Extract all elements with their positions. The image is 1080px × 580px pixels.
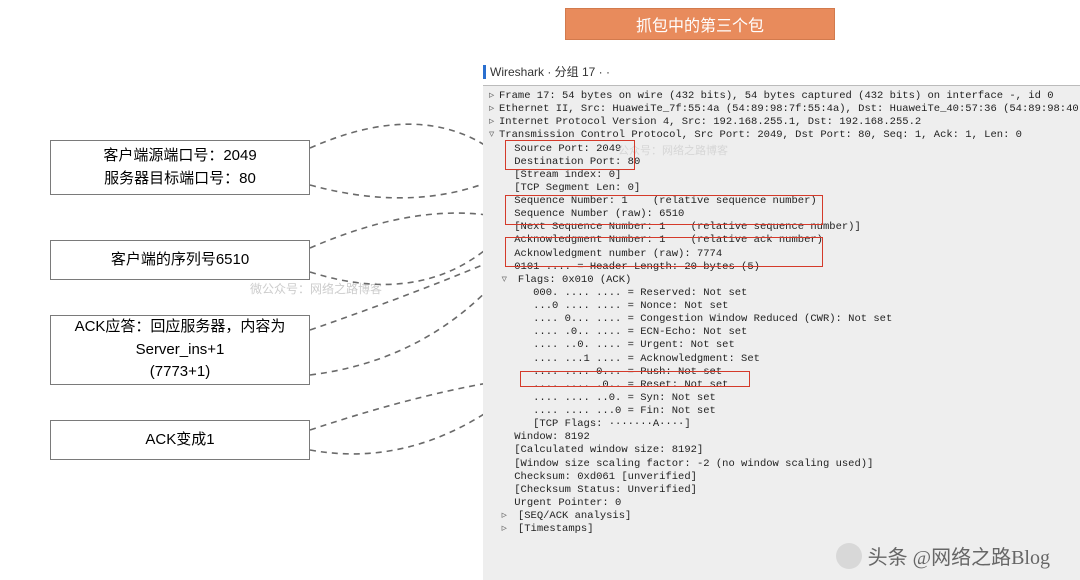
collapse-icon[interactable]: ▿	[489, 129, 499, 142]
row-timestamps[interactable]: ▹ [Timestamps]	[489, 523, 1074, 536]
anno-ack-l2: Server_ins+1	[136, 339, 225, 362]
row-srcport: Source Port: 2049	[489, 143, 1074, 156]
row-checksum: Checksum: 0xd061 [unverified]	[489, 471, 1074, 484]
row-ckstatus: [Checksum Status: Unverified]	[489, 484, 1074, 497]
row-winscale: [Window size scaling factor: -2 (no wind…	[489, 458, 1074, 471]
row-flag-push: .... .... 0... = Push: Not set	[489, 366, 1074, 379]
wireshark-title: Wireshark · 分组 17 · ·	[483, 63, 610, 80]
row-flag-reserved: 000. .... .... = Reserved: Not set	[489, 287, 1074, 300]
footer-text: 头条 @网络之路Blog	[868, 541, 1050, 570]
row-seqack[interactable]: ▹ [SEQ/ACK analysis]	[489, 510, 1074, 523]
row-flag-ece: .... .0.. .... = ECN-Echo: Not set	[489, 326, 1074, 339]
anno-ports-l2: 服务器目标端口号：80	[104, 168, 256, 191]
anno-ack-l1: ACK应答：回应服务器，内容为	[75, 316, 286, 339]
anno-ports-l1: 客户端源端口号：2049	[103, 145, 256, 168]
watermark-left: 微公众号：网络之路博客	[250, 280, 382, 297]
row-flag-syn: .... .... ..0. = Syn: Not set	[489, 392, 1074, 405]
row-flag-cwr: .... 0... .... = Congestion Window Reduc…	[489, 313, 1074, 326]
row-flag-urgent: .... ..0. .... = Urgent: Not set	[489, 339, 1074, 352]
row-dstport: Destination Port: 80	[489, 156, 1074, 169]
row-seqraw: Sequence Number (raw): 6510	[489, 208, 1074, 221]
annotation-ports: 客户端源端口号：2049 服务器目标端口号：80	[50, 140, 310, 195]
anno-ackflag-text: ACK变成1	[145, 429, 214, 452]
annotation-seq: 客户端的序列号6510	[50, 240, 310, 280]
packet-detail-panel: ▹Frame 17: 54 bytes on wire (432 bits), …	[483, 85, 1080, 580]
row-nextseq: [Next Sequence Number: 1 (relative seque…	[489, 221, 1074, 234]
row-frame[interactable]: ▹Frame 17: 54 bytes on wire (432 bits), …	[489, 90, 1074, 103]
expand-icon[interactable]: ▹	[502, 523, 512, 536]
watermark-panel: 公众号：网络之路博客	[618, 146, 728, 160]
row-urgptr: Urgent Pointer: 0	[489, 497, 1074, 510]
row-ethernet[interactable]: ▹Ethernet II, Src: HuaweiTe_7f:55:4a (54…	[489, 103, 1074, 116]
row-calcwin: [Calculated window size: 8192]	[489, 444, 1074, 457]
row-flag-nonce: ...0 .... .... = Nonce: Not set	[489, 300, 1074, 313]
collapse-icon[interactable]: ▿	[502, 274, 512, 287]
row-flags[interactable]: ▿ Flags: 0x010 (ACK)	[489, 274, 1074, 287]
avatar-icon	[836, 543, 862, 569]
row-streamidx: [Stream index: 0]	[489, 169, 1074, 182]
footer-watermark: 头条 @网络之路Blog	[836, 541, 1050, 570]
row-flag-fin: .... .... ...0 = Fin: Not set	[489, 405, 1074, 418]
expand-icon[interactable]: ▹	[489, 103, 499, 116]
header-title: 抓包中的第三个包	[636, 12, 764, 36]
header-badge: 抓包中的第三个包	[565, 8, 835, 40]
annotation-ack-flag: ACK变成1	[50, 420, 310, 460]
row-seqnum: Sequence Number: 1 (relative sequence nu…	[489, 195, 1074, 208]
expand-icon[interactable]: ▹	[502, 510, 512, 523]
expand-icon[interactable]: ▹	[489, 90, 499, 103]
row-seglen: [TCP Segment Len: 0]	[489, 182, 1074, 195]
expand-icon[interactable]: ▹	[489, 116, 499, 129]
wireshark-title-text: Wireshark · 分组 17 · ·	[490, 63, 610, 80]
row-tcpflags: [TCP Flags: ·······A····]	[489, 418, 1074, 431]
row-tcp[interactable]: ▿Transmission Control Protocol, Src Port…	[489, 129, 1074, 142]
row-flag-reset: .... .... .0.. = Reset: Not set	[489, 379, 1074, 392]
annotation-ack-reply: ACK应答：回应服务器，内容为 Server_ins+1 (7773+1)	[50, 315, 310, 385]
row-ip[interactable]: ▹Internet Protocol Version 4, Src: 192.1…	[489, 116, 1074, 129]
row-acknum: Acknowledgment Number: 1 (relative ack n…	[489, 234, 1074, 247]
row-flag-ack: .... ...1 .... = Acknowledgment: Set	[489, 353, 1074, 366]
row-window: Window: 8192	[489, 431, 1074, 444]
row-ackraw: Acknowledgment number (raw): 7774	[489, 248, 1074, 261]
anno-seq-text: 客户端的序列号6510	[111, 249, 249, 272]
anno-ack-l3: (7773+1)	[150, 361, 210, 384]
row-hdrlen: 0101 .... = Header Length: 20 bytes (5)	[489, 261, 1074, 274]
